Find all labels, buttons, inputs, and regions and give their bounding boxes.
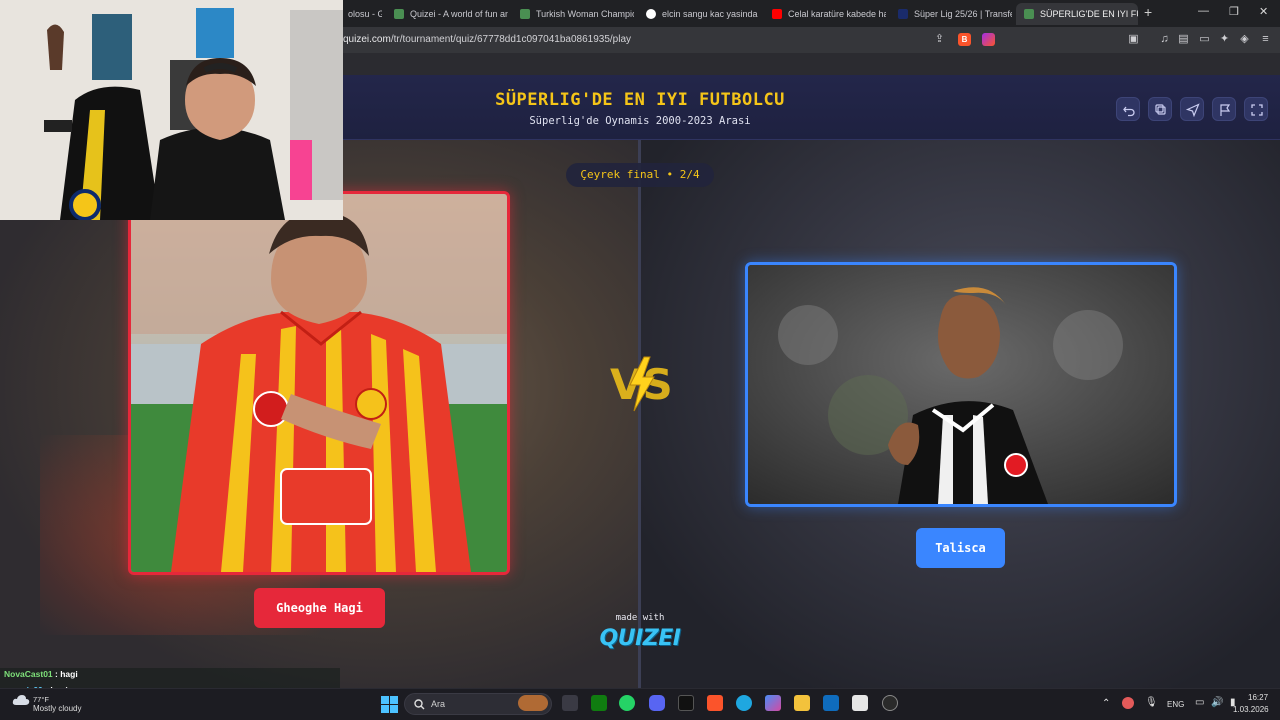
tab-title: SÜPERLIG'DE EN IYI FU — [1040, 9, 1138, 19]
quiz-title: SÜPERLIG'DE EN IYI FUTBOLCU — [495, 90, 785, 110]
send-icon — [1186, 103, 1200, 117]
fullscreen-button[interactable] — [1244, 97, 1268, 121]
fullscreen-icon — [1251, 104, 1263, 116]
tab-title: olosu - G — [348, 9, 382, 19]
youtube-favicon-icon — [772, 9, 782, 19]
microphone-icon[interactable]: 🎙 — [1145, 697, 1158, 708]
undo-icon — [1123, 106, 1135, 117]
xbox-icon[interactable] — [591, 695, 607, 711]
share-button[interactable] — [1180, 97, 1204, 121]
right-player-photo — [748, 265, 1174, 504]
browser-tab[interactable]: elcin sangu kac yasinda - — [638, 3, 760, 25]
share-icon[interactable]: ⇪ — [933, 33, 946, 46]
right-candidate-card[interactable] — [745, 262, 1177, 507]
tab-title: Celal karatüre kabede hac — [788, 9, 886, 19]
browser-tab[interactable]: Turkish Woman Champion — [512, 3, 634, 25]
network-icon[interactable]: ▭ — [1195, 697, 1204, 708]
webcam-overlay — [0, 0, 343, 220]
copilot-icon[interactable] — [765, 695, 781, 711]
url-host: quizei.com — [343, 34, 391, 45]
url-field[interactable]: quizei.com/tr/tournament/quiz/67778dd1c0… — [343, 34, 631, 45]
chevron-up-icon[interactable]: ⌃ — [1102, 698, 1110, 709]
search-highlight-icon — [518, 695, 548, 711]
capcut-icon[interactable] — [678, 695, 694, 711]
made-with-label: made with — [615, 613, 665, 623]
sidebar-panel-icon[interactable]: ▤ — [1177, 33, 1190, 46]
media-icon[interactable]: ♫ — [1158, 33, 1171, 46]
whatsapp-icon[interactable] — [619, 695, 635, 711]
edge-icon[interactable] — [736, 695, 752, 711]
wallet-icon[interactable]: ▭ — [1198, 33, 1211, 46]
new-tab-icon[interactable]: + — [1144, 4, 1152, 20]
brave-shields-icon[interactable]: B — [958, 33, 971, 46]
browser-tab[interactable]: olosu - G — [340, 3, 382, 25]
cloud-icon — [12, 695, 30, 705]
browser-tab[interactable]: Süper Lig 25/26 | Transfer — [890, 3, 1012, 25]
close-window-icon[interactable]: ✕ — [1259, 5, 1268, 18]
url-path: /tr/tournament/quiz/67778dd1c097041ba086… — [390, 34, 632, 45]
taskbar — [0, 688, 1280, 720]
search-placeholder: Ara — [431, 699, 446, 709]
brave-icon[interactable] — [707, 695, 723, 711]
discord-icon[interactable] — [649, 695, 665, 711]
volume-icon[interactable]: 🔊 — [1211, 697, 1223, 708]
left-candidate-card[interactable] — [128, 191, 510, 575]
leo-ai-icon[interactable]: ✦ — [1218, 33, 1231, 46]
copy-icon — [1155, 104, 1166, 115]
restore-icon[interactable]: ❐ — [1229, 5, 1239, 18]
weather-temperature: 77°F — [33, 695, 49, 704]
brave-rewards-icon[interactable] — [982, 33, 995, 46]
steam-icon[interactable] — [882, 695, 898, 711]
copy-button[interactable] — [1148, 97, 1172, 121]
browser-tab-active[interactable]: SÜPERLIG'DE EN IYI FU✕ — [1016, 3, 1138, 25]
report-button[interactable] — [1212, 97, 1236, 121]
chat-username: NovaCast01 — [4, 669, 53, 679]
tab-title: elcin sangu kac yasinda - — [662, 9, 760, 19]
sidebar-toggle-icon[interactable]: ▣ — [1127, 33, 1140, 46]
weather-description: Mostly cloudy — [33, 704, 82, 713]
quizei-favicon-icon — [520, 9, 530, 19]
tab-title: Turkish Woman Champion — [536, 9, 634, 19]
browser-tab[interactable]: Celal karatüre kabede hac — [764, 3, 886, 25]
tray-app-icon[interactable] — [1122, 697, 1134, 709]
minimize-icon[interactable]: — — [1198, 5, 1209, 17]
task-view-icon[interactable] — [562, 695, 578, 711]
tab-title: Süper Lig 25/26 | Transfer — [914, 9, 1012, 19]
left-player-photo — [131, 194, 507, 572]
quizei-favicon-icon — [1024, 9, 1034, 19]
round-badge: Çeyrek final • 2/4 — [566, 163, 714, 187]
chat-message: NovaCast01 : hagi — [4, 669, 78, 679]
menu-icon[interactable]: ≡ — [1259, 33, 1272, 46]
undo-button[interactable] — [1116, 97, 1140, 121]
tab-title: Quizei - A world of fun an — [410, 9, 508, 19]
google-favicon-icon — [646, 9, 656, 19]
quiz-subtitle: Süperlig'de Oynamis 2000-2023 Arasi — [529, 115, 751, 127]
store-icon[interactable] — [852, 695, 868, 711]
language-indicator[interactable]: ENG — [1167, 700, 1184, 709]
browser-tab[interactable]: Quizei - A world of fun an — [386, 3, 508, 25]
left-candidate-name-button[interactable]: Gheoghe Hagi — [254, 588, 385, 628]
screen: olosu - G Quizei - A world of fun an Tur… — [0, 0, 1280, 720]
vpn-icon[interactable]: ◈ — [1238, 33, 1251, 46]
vs-icon: VS — [610, 356, 673, 412]
mail-icon[interactable] — [823, 695, 839, 711]
search-icon — [414, 699, 425, 710]
clock-time[interactable]: 16:27 — [1248, 693, 1268, 702]
chat-text: : hagi — [55, 669, 78, 679]
quizei-logo[interactable]: QUIZEI — [590, 626, 690, 651]
windows-start-icon[interactable] — [381, 696, 398, 713]
clock-date[interactable]: 1.03.2026 — [1233, 705, 1269, 714]
file-explorer-icon[interactable] — [794, 695, 810, 711]
right-candidate-name-button[interactable]: Talisca — [916, 528, 1005, 568]
quizei-favicon-icon — [394, 9, 404, 19]
transfermarkt-favicon-icon — [898, 9, 908, 19]
flag-icon — [1220, 104, 1231, 116]
webcam-feed — [0, 0, 343, 220]
